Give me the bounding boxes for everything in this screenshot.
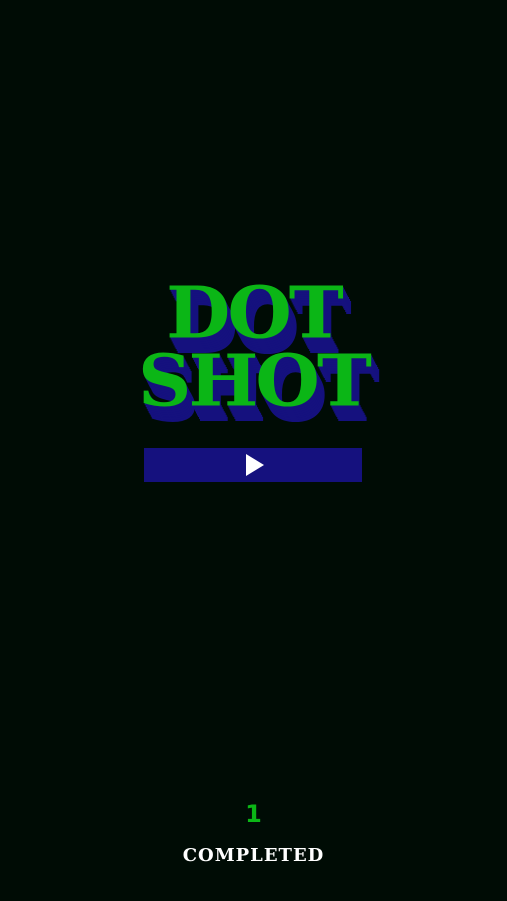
completed-count: 1 [245, 800, 262, 828]
title-line-2: SHOT [138, 340, 372, 423]
game-title: DOT SHOT [0, 272, 507, 423]
play-icon [246, 454, 264, 476]
title-line-1: DOT [166, 272, 344, 355]
completed-label: COMPLETED [182, 845, 325, 866]
game-screen: DOT SHOT 1 COMPLETED [0, 0, 507, 901]
play-button[interactable] [144, 448, 362, 482]
